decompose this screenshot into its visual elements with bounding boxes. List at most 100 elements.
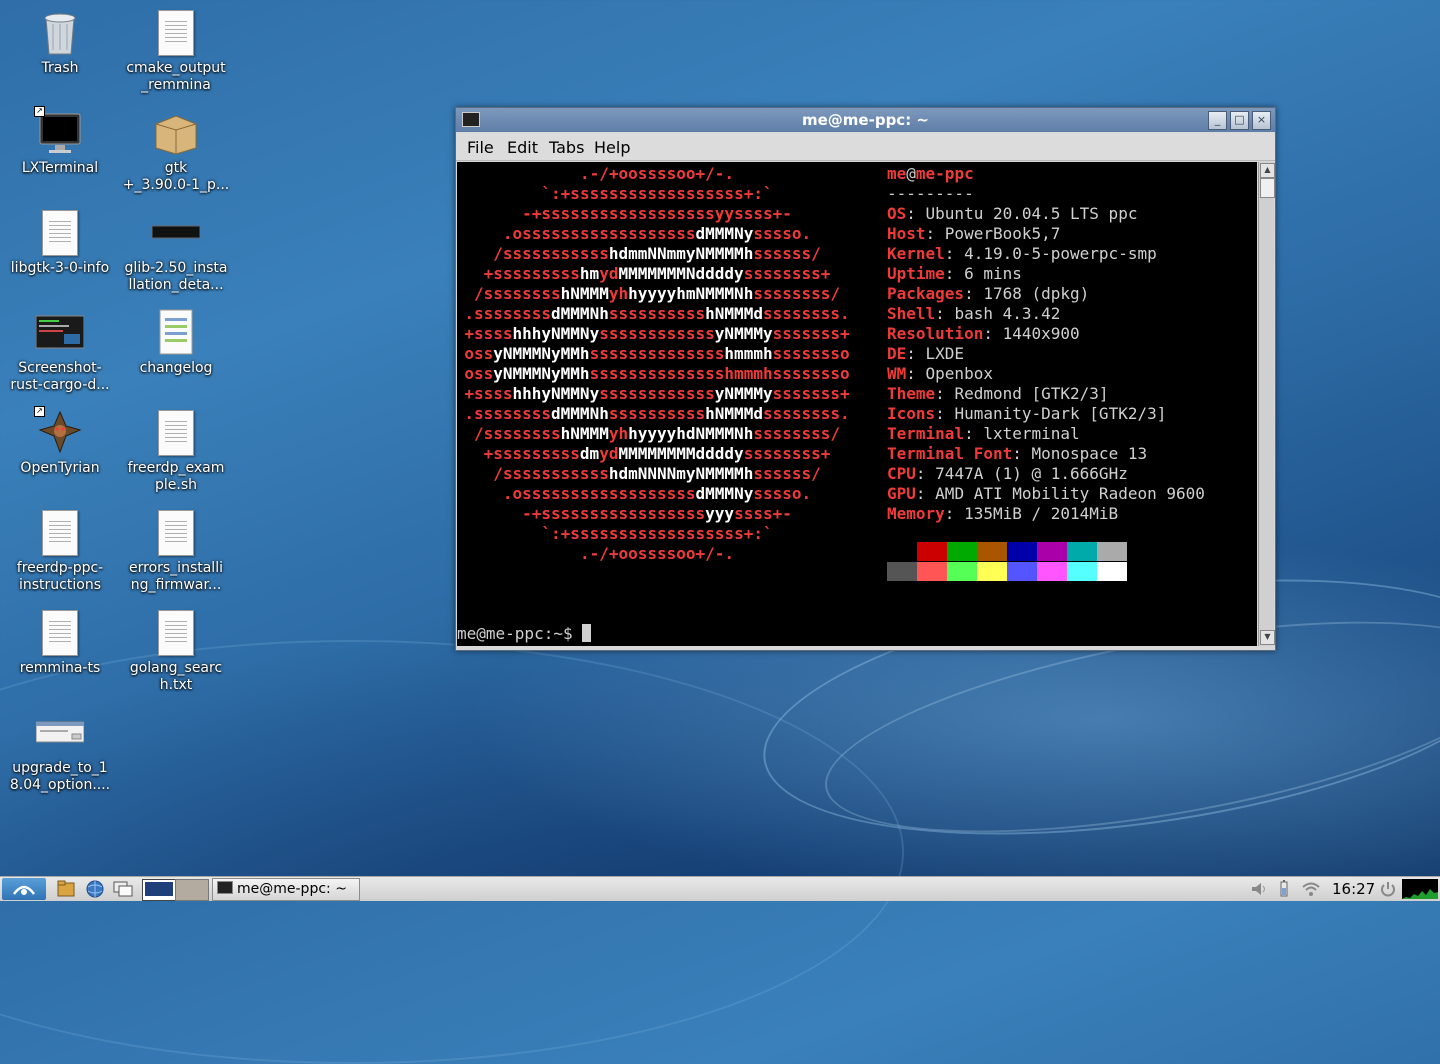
menu-file[interactable]: File — [467, 138, 494, 157]
desktop-icon-label: glib-2.50_insta llation_deta... — [124, 260, 228, 293]
window-titlebar[interactable]: me@me-ppc: ~ _ □ × — [456, 108, 1275, 132]
desktop-icon-label: errors_installi ng_firmwar... — [129, 560, 223, 593]
image-file-icon — [35, 708, 85, 756]
info-value: : Humanity-Dark [GTK2/3] — [935, 404, 1167, 423]
taskbar-item-terminal[interactable]: me@me-ppc: ~ — [212, 878, 360, 901]
logo-line: .-/+oossssoo+/-. — [579, 544, 735, 563]
shortcut-arrow-icon: ↗ — [34, 406, 45, 417]
desktop-icon-label: remmina-ts — [19, 660, 101, 676]
show-desktop-icon[interactable] — [112, 879, 134, 899]
desktop-icon-label: freerdp_exam ple.sh — [127, 460, 225, 493]
info-line: Kernel: 4.19.0-5-powerpc-smp — [887, 244, 1157, 264]
info-key: Theme — [887, 384, 936, 403]
info-key: OS — [887, 204, 907, 223]
menu-tabs[interactable]: Tabs — [549, 138, 584, 157]
info-key: Icons — [887, 404, 936, 423]
battery-icon[interactable] — [1278, 879, 1290, 899]
scroll-up-arrow-icon[interactable]: ▲ — [1260, 163, 1275, 178]
file-manager-icon[interactable] — [56, 879, 76, 899]
window-title: me@me-ppc: ~ — [802, 111, 929, 129]
text-file-icon — [152, 8, 200, 56]
info-value: : 1440x900 — [983, 324, 1080, 343]
desktop-icon[interactable]: Screenshot- rust-cargo-d... — [4, 308, 116, 394]
color-swatch — [1067, 542, 1097, 561]
trash-icon — [36, 8, 84, 56]
color-swatch — [887, 542, 917, 561]
power-icon[interactable] — [1378, 879, 1398, 899]
color-swatch — [1037, 562, 1067, 581]
start-menu-button[interactable] — [2, 878, 46, 900]
info-value: : lxterminal — [964, 424, 1080, 443]
image-file-icon — [151, 208, 201, 256]
desktop-icon[interactable]: golang_searc h.txt — [120, 608, 232, 694]
info-key: Terminal — [887, 424, 965, 443]
color-swatch — [1097, 542, 1127, 561]
screenshot-image-icon — [35, 308, 85, 356]
workspace-2[interactable] — [175, 879, 209, 901]
color-swatch — [917, 542, 947, 561]
user-host-header: me@me-ppc — [887, 164, 974, 183]
lxde-logo-icon — [12, 885, 36, 895]
scroll-thumb[interactable] — [1260, 178, 1275, 198]
desktop-icon[interactable]: errors_installi ng_firmwar... — [120, 508, 232, 594]
logo-line: /ssssssssssshdmmNNmmyNMMMMhssssss/ — [493, 244, 821, 263]
logo-line: ossyNMMMNyMMhsssssssssssssshmmmhssssssso — [464, 344, 850, 363]
menu-help[interactable]: Help — [594, 138, 630, 157]
terminal-window[interactable]: me@me-ppc: ~ _ □ × File Edit Tabs Help .… — [455, 107, 1276, 651]
color-swatch — [1007, 562, 1037, 581]
menu-edit[interactable]: Edit — [507, 138, 538, 157]
desktop-icon[interactable]: gtk +_3.90.0-1_p... — [120, 108, 232, 194]
scroll-down-arrow-icon[interactable]: ▼ — [1260, 630, 1275, 645]
workspace-1[interactable] — [142, 879, 176, 901]
desktop-icon[interactable]: ↗ LXTerminal — [4, 106, 116, 177]
info-value: : 135MiB / 2014MiB — [944, 504, 1119, 523]
logo-line: +sssssssssdmydMMMMMMMMddddyssssssss+ — [483, 444, 831, 463]
logo-line: .-/+oossssoo+/-. — [579, 164, 735, 183]
info-key: WM — [887, 364, 907, 383]
info-value: : 4.19.0-5-powerpc-smp — [944, 244, 1157, 263]
info-value: : AMD ATI Mobility Radeon 9600 — [915, 484, 1205, 503]
close-button[interactable]: × — [1252, 111, 1271, 130]
desktop-icon[interactable]: freerdp-ppc- instructions — [4, 508, 116, 594]
info-key: GPU — [887, 484, 916, 503]
desktop-icon[interactable]: glib-2.50_insta llation_deta... — [120, 208, 232, 294]
info-line: GPU: AMD ATI Mobility Radeon 9600 — [887, 484, 1205, 504]
taskbar: me@me-ppc: ~ 16:27 — [0, 876, 1440, 901]
desktop-icon-label: Trash — [41, 60, 79, 76]
separator-line: --------- — [887, 184, 974, 203]
desktop-icon-label: gtk +_3.90.0-1_p... — [122, 160, 230, 193]
clock[interactable]: 16:27 — [1332, 880, 1375, 898]
info-line: Shell: bash 4.3.42 — [887, 304, 1060, 324]
logo-line: -+sssssssssssssssssyyyssss+- — [522, 504, 792, 523]
desktop-icon[interactable]: cmake_output _remmina — [120, 8, 232, 94]
info-value: : PowerBook5,7 — [925, 224, 1061, 243]
text-cursor — [582, 624, 592, 642]
wifi-icon[interactable] — [1300, 879, 1322, 899]
desktop-icon[interactable]: libgtk-3-0-info — [4, 208, 116, 277]
shell-script-icon — [152, 408, 200, 456]
desktop-icon[interactable]: freerdp_exam ple.sh — [120, 408, 232, 494]
logo-line: /sssssssshNMMMyhhyyyyhmNMMMNhssssssss/ — [473, 284, 841, 303]
terminal-output[interactable]: .-/+oossssoo+/-. `:+ssssssssssssssssss+:`… — [457, 162, 1257, 646]
desktop-icon[interactable]: changelog — [120, 308, 232, 377]
web-browser-icon[interactable] — [84, 879, 106, 899]
desktop-icon[interactable]: ↗ OpenTyrian — [4, 406, 116, 477]
minimize-button[interactable]: _ — [1208, 111, 1227, 130]
shell-prompt[interactable]: me@me-ppc:~$ — [457, 624, 592, 644]
info-value: : Ubuntu 20.04.5 LTS ppc — [906, 204, 1138, 223]
logo-line: /sssssssshNMMMyhhyyyyhdNMMMNhssssssss/ — [473, 424, 841, 443]
desktop-icon[interactable]: upgrade_to_1 8.04_option.... — [4, 708, 116, 794]
info-line: CPU: 7447A (1) @ 1.666GHz — [887, 464, 1128, 484]
info-value: : 6 mins — [944, 264, 1022, 283]
desktop-icon[interactable]: Trash — [4, 8, 116, 77]
cpu-monitor-graph[interactable] — [1402, 879, 1438, 899]
terminal-scrollbar[interactable]: ▲ ▼ — [1258, 162, 1275, 646]
desktop-icon-label: upgrade_to_1 8.04_option.... — [9, 760, 111, 793]
info-line: DE: LXDE — [887, 344, 964, 364]
maximize-button[interactable]: □ — [1230, 111, 1249, 130]
info-key: Kernel — [887, 244, 945, 263]
desktop-icon[interactable]: remmina-ts — [4, 608, 116, 677]
color-swatch — [917, 562, 947, 581]
volume-icon[interactable] — [1250, 879, 1268, 899]
info-line: Resolution: 1440x900 — [887, 324, 1080, 344]
